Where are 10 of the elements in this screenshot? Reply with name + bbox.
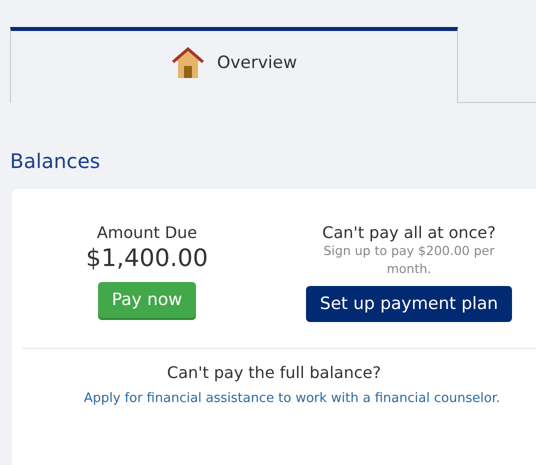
plan-heading: Can't pay all at once? [322,223,496,242]
financial-assistance-link[interactable]: Apply for financial assistance to work with a financial counselor. [82,386,502,411]
overview-tab[interactable]: Overview [10,27,458,103]
plan-description: Sign up to pay $200.00 per month. [322,242,496,278]
amount-label: Amount Due [96,223,198,242]
payment-plan-button[interactable]: Set up payment plan [306,286,512,322]
section-heading: Balances [10,149,102,175]
amount-value: $1,400.00 [86,244,208,272]
house-icon [170,46,205,80]
assistance-heading: Can't pay the full balance? [166,363,382,382]
